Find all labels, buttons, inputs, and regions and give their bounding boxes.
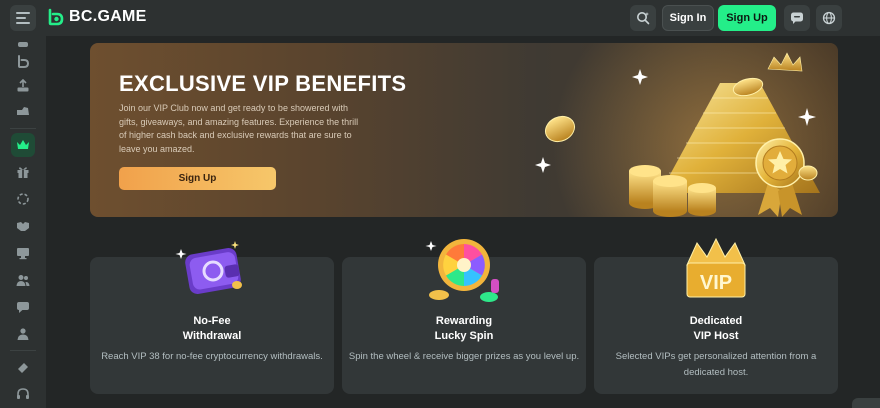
card-title-line1: Rewarding bbox=[435, 315, 493, 327]
sidebar-item-spin[interactable] bbox=[11, 187, 35, 211]
benefit-card-vip-host: VIP Dedicated VIP Host Selected VIPs get… bbox=[594, 237, 838, 394]
sidebar-item-forum[interactable] bbox=[11, 295, 35, 319]
brand-name: BC.GAME bbox=[69, 8, 147, 25]
bc-coin-icon bbox=[18, 55, 30, 68]
sidebar-item-leaderboard[interactable] bbox=[11, 241, 35, 265]
sidebar bbox=[0, 36, 46, 408]
sign-in-button[interactable]: Sign In bbox=[662, 5, 714, 31]
benefit-card-lucky-spin: Rewarding Lucky Spin Spin the wheel & re… bbox=[342, 239, 586, 394]
brand-logo[interactable]: BC.GAME bbox=[46, 8, 147, 26]
handshake-icon bbox=[17, 222, 29, 231]
message-icon bbox=[17, 302, 29, 313]
card-title-line2: Lucky Spin bbox=[434, 330, 494, 342]
hero-sign-up-button[interactable]: Sign Up bbox=[119, 167, 276, 190]
sidebar-item-originals[interactable] bbox=[11, 50, 35, 74]
sidebar-item-affiliate[interactable] bbox=[11, 214, 35, 238]
menu-toggle-button[interactable] bbox=[10, 5, 36, 31]
search-icon bbox=[637, 12, 650, 25]
card-title-line2: Withdrawal bbox=[182, 330, 242, 342]
sidebar-divider bbox=[10, 128, 36, 129]
sidebar-item-vip[interactable] bbox=[11, 133, 35, 157]
headset-icon bbox=[17, 388, 29, 399]
card-description: Selected VIPs get personalized attention… bbox=[615, 351, 817, 378]
vip-hero-banner: EXCLUSIVE VIP BENEFITS Join our VIP Club… bbox=[90, 43, 838, 217]
card-title-line1: No-Fee bbox=[193, 315, 231, 327]
spinner-icon bbox=[17, 193, 29, 205]
shoe-icon bbox=[17, 107, 29, 115]
live-chat-button[interactable] bbox=[852, 398, 880, 408]
vip-badge-text: VIP bbox=[700, 272, 732, 294]
casino-icon bbox=[18, 42, 28, 47]
card-title-line1: Dedicated bbox=[689, 315, 743, 327]
card-description: Spin the wheel & receive bigger prizes a… bbox=[348, 351, 580, 362]
gold-pyramid-illustration bbox=[535, 52, 820, 217]
monitor-icon bbox=[17, 248, 29, 260]
bc-logo-icon bbox=[48, 8, 64, 26]
benefit-card-withdrawal: No-Fee Withdrawal Reach VIP 38 for no-fe… bbox=[90, 241, 334, 394]
sidebar-item-slots[interactable] bbox=[11, 74, 35, 98]
sidebar-item-sponsorships[interactable] bbox=[11, 322, 35, 346]
chat-button[interactable] bbox=[784, 5, 810, 31]
sidebar-item-community[interactable] bbox=[11, 268, 35, 292]
sidebar-item-support[interactable] bbox=[11, 382, 35, 406]
chat-icon bbox=[791, 12, 803, 24]
sidebar-item-sports[interactable] bbox=[11, 99, 35, 123]
sidebar-divider bbox=[10, 350, 36, 351]
sidebar-item-promotions[interactable] bbox=[11, 160, 35, 184]
person-star-icon bbox=[17, 328, 29, 340]
lucky-wheel-icon bbox=[425, 239, 499, 302]
globe-icon bbox=[822, 11, 836, 25]
gift-icon bbox=[17, 167, 29, 178]
hero-description: Join our VIP Club now and get ready to b… bbox=[119, 103, 359, 154]
upload-tray-icon bbox=[17, 79, 29, 92]
top-bar: BC.GAME Sign In Sign Up bbox=[0, 0, 880, 36]
ticket-icon bbox=[18, 363, 28, 373]
sign-up-button[interactable]: Sign Up bbox=[718, 5, 776, 31]
hamburger-icon bbox=[16, 12, 30, 24]
search-button[interactable] bbox=[630, 5, 656, 31]
hero-title: EXCLUSIVE VIP BENEFITS bbox=[119, 71, 407, 96]
wallet-icon bbox=[175, 241, 242, 294]
crown-icon bbox=[17, 140, 29, 149]
language-button[interactable] bbox=[816, 5, 842, 31]
card-title-line2: VIP Host bbox=[693, 330, 739, 342]
sidebar-item-blog[interactable] bbox=[11, 356, 35, 380]
card-description: Reach VIP 38 for no-fee cryptocurrency w… bbox=[101, 351, 323, 362]
vip-crown-icon: VIP bbox=[686, 237, 746, 298]
users-icon bbox=[16, 275, 30, 286]
